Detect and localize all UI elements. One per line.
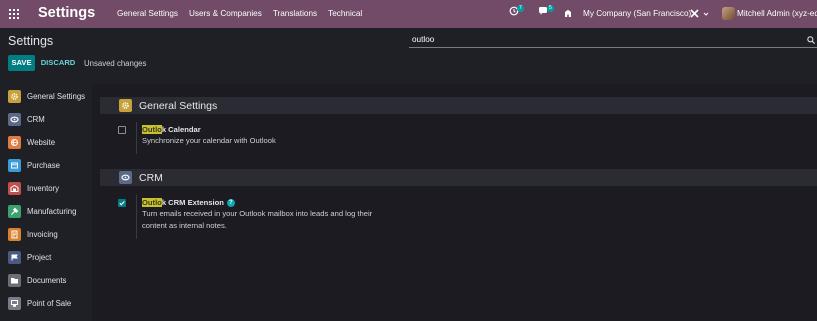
section-general-settings: General Settings (100, 97, 817, 114)
settings-sidebar: General Settings CRM Website Purchase In… (0, 84, 92, 321)
messages-count-badge: 5 (547, 4, 554, 12)
outlook-calendar-description: Synchronize your calendar with Outlook (142, 136, 276, 145)
apps-menu-icon[interactable] (9, 9, 19, 19)
search-input[interactable]: outloo (412, 35, 434, 44)
chevron-down-icon (703, 12, 709, 16)
sidebar-item-label: Purchase (27, 160, 60, 170)
bug-icon (565, 9, 571, 17)
tools-icon (690, 9, 699, 18)
help-icon[interactable]: ? (226, 199, 235, 207)
activity-count-badge: 7 (517, 4, 524, 12)
sidebar-item-label: Inventory (27, 183, 60, 193)
settings-content: General Settings Outlok Calendar Synchro… (92, 84, 817, 321)
sidebar-item-project[interactable]: Project (8, 250, 51, 264)
description-line: content as internal notes. (142, 221, 227, 230)
menu-technical[interactable]: Technical (328, 9, 362, 18)
page-title: Settings (8, 34, 54, 48)
purchase-icon (8, 158, 21, 172)
sidebar-item-label: General Settings (27, 91, 86, 101)
outlook-calendar-title: Outlok Calendar (142, 125, 201, 134)
search-highlight: Outlo (142, 198, 162, 207)
setting-divider (136, 195, 137, 239)
outlook-crm-extension-description: Turn emails received in your Outlook mai… (142, 208, 372, 232)
sidebar-item-manufacturing[interactable]: Manufacturing (8, 204, 76, 218)
sidebar-item-label: Manufacturing (27, 206, 77, 216)
unsaved-status: Unsaved changes (84, 59, 147, 68)
messages-button[interactable]: 5 (538, 4, 554, 16)
website-icon (8, 135, 21, 149)
company-switcher[interactable]: My Company (San Francisco) (583, 9, 691, 18)
outlook-crm-extension-title: Outlok CRM Extension? (142, 198, 235, 207)
outlook-crm-extension-checkbox[interactable] (118, 199, 126, 207)
sidebar-item-label: Documents (27, 275, 67, 285)
search-highlight: Outlo (142, 125, 162, 134)
menu-users-companies[interactable]: Users & Companies (189, 9, 262, 18)
setting-title-text: k Calendar (161, 125, 201, 134)
crm-icon (8, 112, 21, 126)
documents-icon (8, 273, 21, 287)
setting-title-text: k CRM Extension (161, 198, 224, 207)
inventory-icon (8, 181, 21, 195)
section-title: General Settings (139, 99, 218, 112)
sidebar-item-inventory[interactable]: Inventory (8, 181, 59, 195)
sidebar-item-website[interactable]: Website (8, 135, 55, 149)
avatar[interactable] (722, 7, 735, 20)
sidebar-item-crm[interactable]: CRM (8, 112, 45, 126)
gear-icon (8, 89, 21, 103)
manufacturing-icon (8, 204, 21, 218)
sidebar-item-label: Invoicing (27, 229, 58, 239)
check-icon (119, 201, 125, 206)
pos-icon (8, 296, 21, 310)
debug-button[interactable] (564, 9, 572, 18)
sidebar-item-invoicing[interactable]: Invoicing (8, 227, 58, 241)
section-title: CRM (139, 171, 163, 184)
description-line: Turn emails received in your Outlook mai… (142, 209, 373, 218)
menu-translations[interactable]: Translations (273, 9, 317, 18)
top-navbar: Settings General Settings Users & Compan… (0, 0, 817, 28)
sidebar-item-general-settings[interactable]: General Settings (8, 89, 85, 103)
activity-button[interactable]: 7 (509, 4, 524, 16)
crm-icon (119, 171, 132, 184)
save-button[interactable]: SAVE (8, 55, 35, 71)
sidebar-item-point-of-sale[interactable]: Point of Sale (8, 296, 71, 310)
menu-general-settings[interactable]: General Settings (117, 9, 178, 18)
search-box[interactable]: outloo (409, 33, 817, 48)
tools-menu[interactable] (690, 9, 709, 18)
invoicing-icon (8, 227, 21, 241)
sidebar-item-label: CRM (27, 114, 45, 124)
section-crm: CRM (100, 169, 817, 186)
search-icon[interactable] (807, 36, 815, 44)
sidebar-item-label: Project (27, 252, 52, 262)
user-menu[interactable]: Mitchell Admin (xyz-eq) (737, 9, 817, 18)
setting-divider (136, 122, 137, 154)
project-icon (8, 250, 21, 264)
outlook-calendar-checkbox[interactable] (118, 126, 126, 134)
discard-button[interactable]: DISCARD (39, 55, 77, 71)
sidebar-item-purchase[interactable]: Purchase (8, 158, 60, 172)
sidebar-item-label: Point of Sale (27, 298, 72, 308)
sidebar-item-documents[interactable]: Documents (8, 273, 66, 287)
gear-icon (119, 99, 132, 112)
sidebar-item-label: Website (27, 137, 56, 147)
app-title: Settings (38, 5, 96, 21)
main-menu: General Settings Users & Companies Trans… (117, 9, 373, 18)
